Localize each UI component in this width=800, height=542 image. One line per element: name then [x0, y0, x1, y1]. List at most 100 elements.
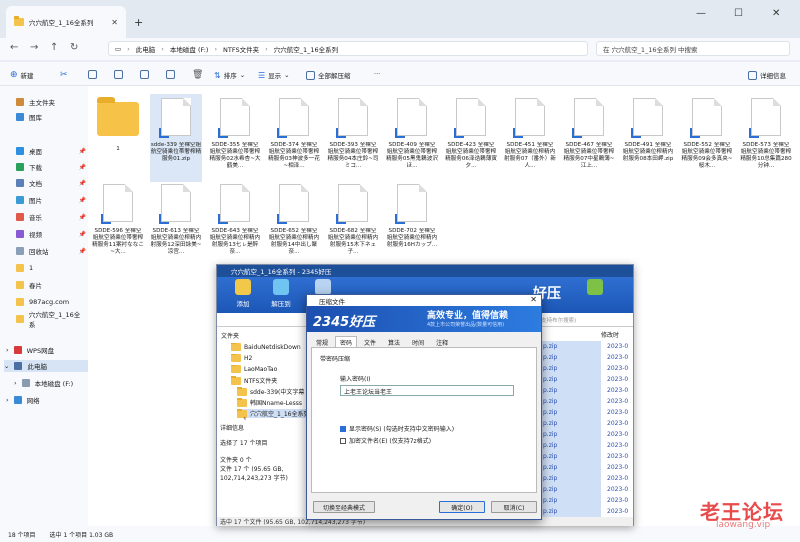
delete-button[interactable]: 🗑 — [192, 70, 203, 80]
file-item[interactable]: SDDE-355 全裸空姐航空骑乘位帯奢榨精服务02水希杏~大鹤美... — [209, 98, 261, 178]
file-item[interactable]: SDDE-643 全裸空姐航空骑乘位榨精内射服务13七ㇾ是醉奈... — [209, 184, 261, 264]
table-row[interactable]: p.zip 2023-0 — [537, 418, 633, 429]
tab-close-icon[interactable]: ✕ — [111, 18, 118, 27]
breadcrumb[interactable]: ▭ › 此电脑 › 本地磁盘 (F:) › NTFS文件夹 › 穴穴航空_1_1… — [108, 41, 588, 56]
new-button[interactable]: ⊕ 新建 — [10, 70, 34, 80]
minimize-button[interactable]: — — [696, 8, 706, 19]
sidebar-item-desktop[interactable]: 桌面 📌 — [16, 145, 86, 157]
table-row[interactable]: p.zip 2023-0 — [537, 385, 633, 396]
sidebar-item-wps[interactable]: › WPS网盘 — [6, 344, 86, 356]
folder-item[interactable]: 1 — [92, 96, 144, 182]
sidebar-item-folder[interactable]: 987acg.com — [16, 296, 86, 308]
ok-button[interactable]: 确定(O) — [439, 501, 485, 513]
sidebar-item-this-pc[interactable]: ⌄ 此电脑 — [4, 360, 88, 372]
sidebar-item-music[interactable]: 音乐 📌 — [16, 211, 86, 223]
add-button[interactable]: 添加 — [227, 279, 259, 308]
search-input[interactable]: 在 穴穴航空_1_16全系列 中搜索 — [596, 41, 790, 56]
sidebar-item-folder[interactable]: 穴穴航空_1_16全系 — [16, 311, 86, 329]
breadcrumb-item[interactable]: NTFS文件夹 — [223, 44, 259, 54]
toolbar-button[interactable] — [579, 279, 611, 298]
table-row[interactable]: p.zip 2023-0 — [537, 407, 633, 418]
up-icon[interactable]: ↑ — [50, 42, 58, 53]
file-item[interactable]: SDDE-374 全裸空姐航空骑乘位帯奢榨精服务03神波多一花~相泽... — [268, 98, 320, 178]
back-icon[interactable]: ← — [10, 42, 18, 53]
file-item[interactable]: SDDE-451 全裸空姐航空骑乘位榨精内射服务07（番外）新人... — [504, 98, 556, 178]
classic-mode-button[interactable]: 切换至经典模式 — [313, 501, 375, 513]
file-item[interactable]: SDDE-491 全裸空姐航空骑乘位榨精内射服务08本田岬.zip — [622, 98, 674, 178]
file-item[interactable]: SDDE-682 全裸空姐航空骑乘位榨精内射服务15木下ネェ子... — [327, 184, 379, 264]
breadcrumb-item[interactable]: 穴穴航空_1_16全系列 — [274, 44, 338, 54]
encrypt-filename-checkbox[interactable]: 加密文件名(E) (仅支持7z格式) — [340, 436, 431, 445]
checkbox-checked[interactable] — [340, 426, 346, 432]
sidebar-item-recycle[interactable]: 回收站 📌 — [16, 245, 86, 257]
file-item[interactable]: SDDE-573 全裸空姐航空骑乘位帯奢榨精服务10总集篇280分钟... — [740, 98, 792, 178]
share-button[interactable] — [166, 70, 175, 79]
extract-all-button[interactable]: 全部解压缩 — [306, 70, 351, 80]
file-item[interactable]: SDDE-596 全裸空姐航空骑乘位帯奢榨精服务11案衬ななこ~大... — [92, 184, 144, 264]
refresh-icon[interactable]: ↻ — [70, 42, 78, 53]
sidebar-item-videos[interactable]: 视频 📌 — [16, 228, 86, 240]
file-item[interactable]: SDDE-393 全裸空姐航空骑乘位帯奢榨精服务04本庄鈴~司ミコ... — [327, 98, 379, 178]
sidebar-item-home[interactable]: 主文件夹 — [16, 96, 86, 108]
rename-button[interactable] — [140, 70, 149, 79]
details-button[interactable]: 详细信息 — [748, 70, 786, 80]
dialog-close-icon[interactable]: ✕ — [530, 295, 537, 304]
list-header[interactable]: 修改时 — [537, 329, 633, 340]
password-input[interactable]: 上老王论坛当老王 — [340, 385, 514, 396]
forward-icon[interactable]: → — [30, 42, 38, 53]
sidebar-item-folder[interactable]: 1 — [16, 262, 86, 274]
sidebar-item-downloads[interactable]: 下载 📌 — [16, 161, 86, 173]
tab-comment[interactable]: 注释 — [431, 336, 453, 347]
breadcrumb-item[interactable]: 此电脑 — [136, 44, 156, 54]
file-item[interactable]: SDDE-652 全裸空姐航空骑乘位榨精内射服务14中出し聚奈... — [268, 184, 320, 264]
tab-files[interactable]: 文件 — [359, 336, 381, 347]
table-row[interactable]: p.zip 2023-0 — [537, 363, 633, 374]
table-row[interactable]: p.zip 2023-0 — [537, 440, 633, 451]
extract-to-button[interactable]: 解压到 — [265, 279, 297, 308]
sidebar-item-local-disk[interactable]: › 本地磁盘 (F:) — [14, 377, 88, 389]
sidebar-item-network[interactable]: › 网络 — [6, 394, 86, 406]
cut-button[interactable]: ✂ — [60, 70, 68, 80]
table-row[interactable]: p.zip 2023-0 — [537, 429, 633, 440]
file-item[interactable]: SDDE-552 全裸空姐航空骑乘位帯奢榨精服务09会多真央~桜木... — [681, 98, 733, 178]
file-item[interactable]: sdde-339 全裸空姐航空骑乘位帯奢榨精服务01.zip — [150, 94, 202, 182]
chevron-right-icon: › — [6, 396, 9, 404]
table-row[interactable]: p.zip 2023-0 — [537, 341, 633, 352]
cancel-button[interactable]: 取消(C) — [491, 501, 537, 513]
breadcrumb-item[interactable]: 本地磁盘 (F:) — [170, 44, 209, 54]
sidebar-item-documents[interactable]: 文档 📌 — [16, 177, 86, 189]
tab-general[interactable]: 常规 — [311, 336, 333, 347]
paste-button[interactable] — [114, 70, 123, 79]
more-button[interactable]: ··· — [374, 70, 380, 78]
copy-button[interactable] — [88, 70, 97, 79]
new-tab-button[interactable]: + — [134, 16, 143, 29]
table-row[interactable]: p.zip 2023-0 — [537, 473, 633, 484]
tab-algorithm[interactable]: 算法 — [383, 336, 405, 347]
sidebar-item-gallery[interactable]: 图库 — [16, 111, 86, 123]
table-row[interactable]: p.zip 2023-0 — [537, 495, 633, 506]
tab-current[interactable]: 穴穴航空_1_16全系列 ✕ — [6, 6, 126, 38]
view-button[interactable]: ☰ 显示 ⌄ — [258, 70, 290, 81]
table-row[interactable]: p.zip 2023-0 — [537, 462, 633, 473]
table-row[interactable]: p.zip 2023-0 — [537, 451, 633, 462]
show-password-checkbox[interactable]: 显示密码(S) (勾选时支持中文密码输入) — [340, 424, 454, 433]
table-row[interactable]: p.zip 2023-0 — [537, 352, 633, 363]
sidebar-item-pictures[interactable]: 图片 📌 — [16, 194, 86, 206]
file-item[interactable]: SDDE-467 全裸空姐航空骑乘位帯奢榨精服务07中星鶫薄~江上... — [563, 98, 615, 178]
file-item[interactable]: SDDE-702 全裸空姐航空骑乘位榨精内射服务16Hカップ... — [386, 184, 438, 264]
maximize-button[interactable]: ☐ — [734, 8, 743, 19]
file-item[interactable]: SDDE-423 全裸空姐航空骑乘位帯奢榨精服务06泽诰鶫薄寅夕... — [445, 98, 497, 178]
cell-name: p.zip — [537, 374, 601, 385]
tab-time[interactable]: 时间 — [407, 336, 429, 347]
checkbox-unchecked[interactable] — [340, 438, 346, 444]
sort-button[interactable]: ⇅ 排序 ⌄ — [214, 70, 245, 81]
table-row[interactable]: p.zip 2023-0 — [537, 374, 633, 385]
table-row[interactable]: p.zip 2023-0 — [537, 506, 633, 517]
file-item[interactable]: SDDE-409 全裸空姐航空骑乘位帯奢榨精服务05黑鬼鶫波沢ほ... — [386, 98, 438, 178]
table-row[interactable]: p.zip 2023-0 — [537, 396, 633, 407]
file-item[interactable]: SDDE-613 全裸空姐航空骑乘位榨精内射服务12深田詠美~凉宫... — [150, 184, 202, 264]
tab-password[interactable]: 密码 — [335, 336, 358, 347]
close-button[interactable]: ✕ — [772, 8, 780, 19]
sidebar-item-folder[interactable]: 春片 — [16, 279, 86, 291]
table-row[interactable]: p.zip 2023-0 — [537, 484, 633, 495]
